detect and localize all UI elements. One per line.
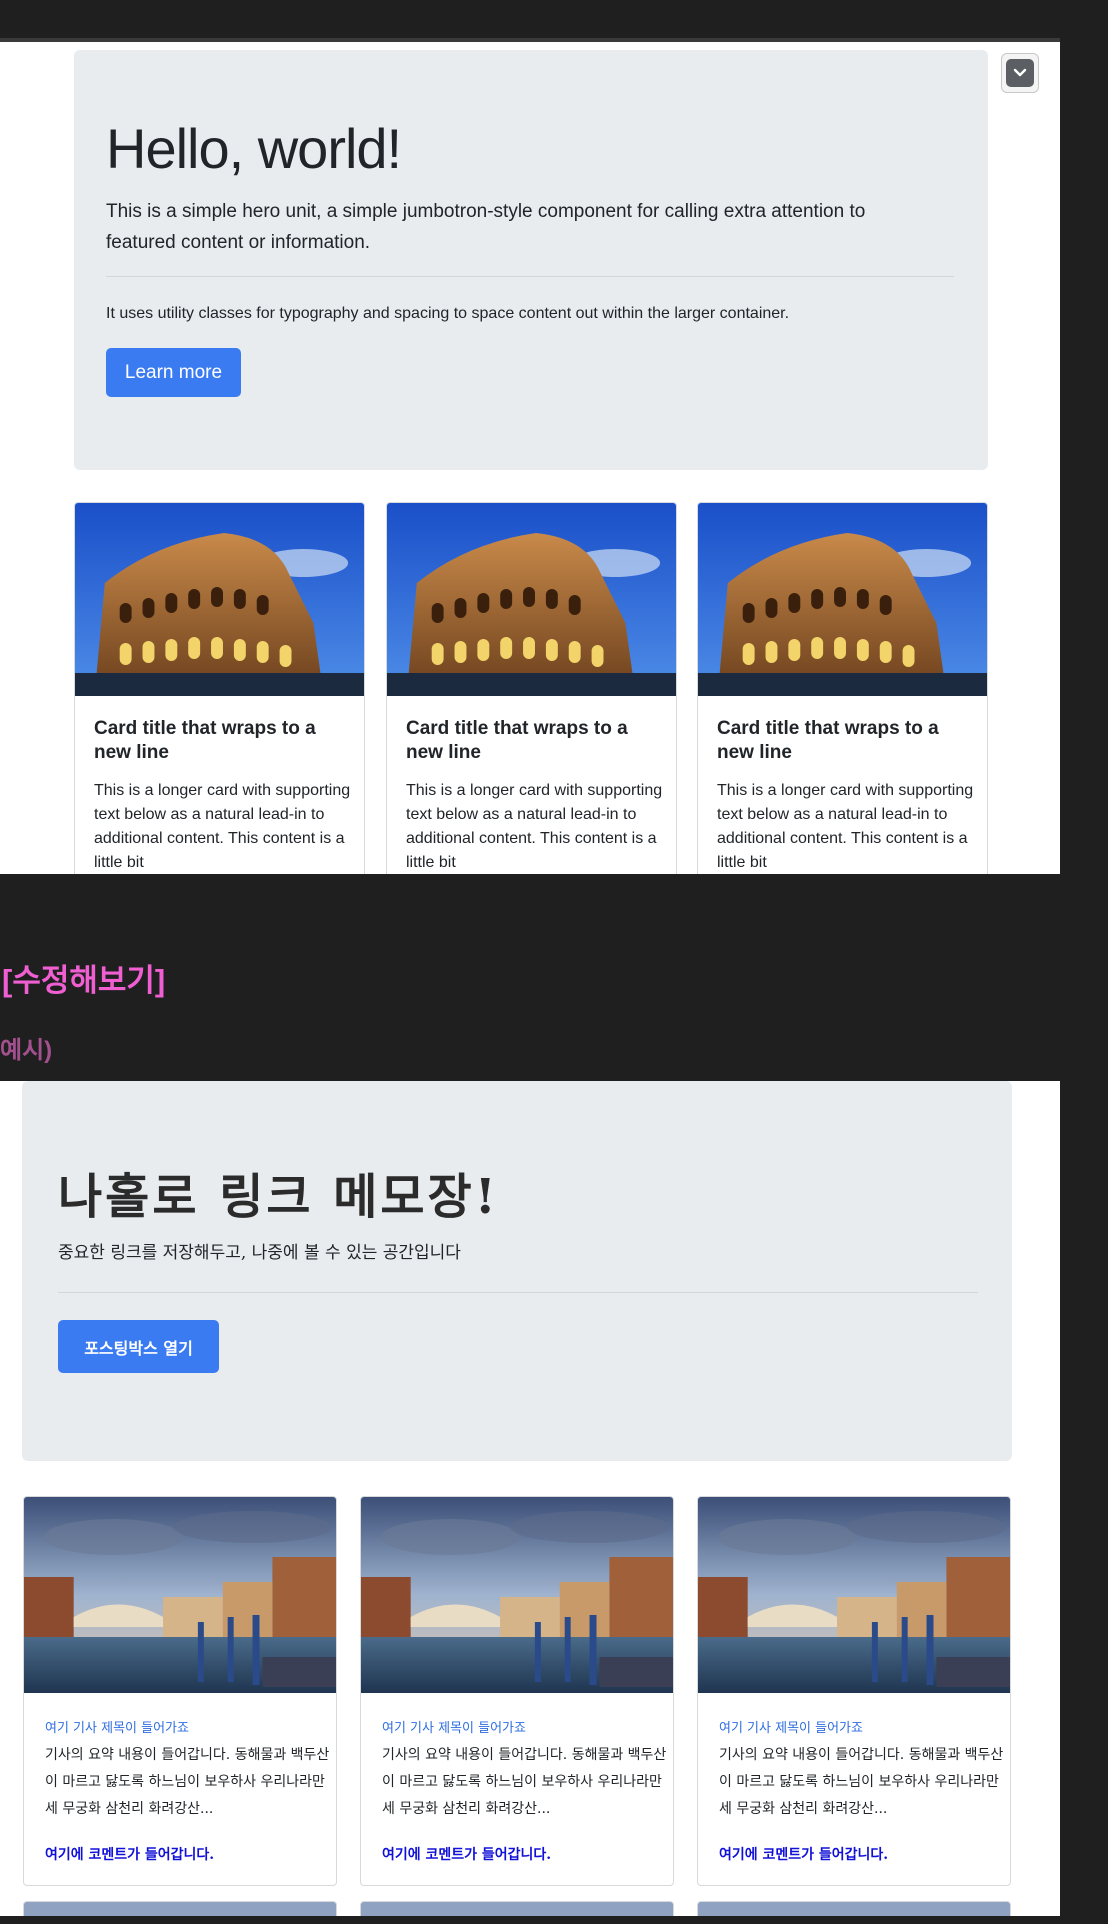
card: 여기 기사 제목이 들어가죠 기사의 요약 내용이 들어갑니다. 동해물과 백두… — [23, 1496, 337, 1886]
card: Card title that wraps to a new line This… — [697, 502, 988, 874]
preview-window-original: Hello, world! This is a simple hero unit… — [0, 38, 1060, 874]
example-heading: 예시) — [0, 1037, 53, 1064]
open-posting-box-button[interactable]: 포스팅박스 열기 — [58, 1320, 219, 1373]
card-title: Card title that wraps to a new line — [717, 718, 939, 763]
preview-window-modified: 나홀로 링크 메모장! 중요한 링크를 저장해두고, 나중에 볼 수 있는 공간… — [0, 1081, 1060, 1924]
chevron-down-icon — [1006, 59, 1034, 87]
card-title: 여기 기사 제목이 들어가죠 — [45, 1721, 189, 1736]
venice-image — [698, 1497, 1010, 1693]
jumbotron-title: 나홀로 링크 메모장! — [58, 1169, 499, 1225]
card-title: Card title that wraps to a new line — [94, 718, 316, 763]
card-text: 기사의 요약 내용이 들어갑니다. 동해물과 백두산이 마르고 닳도록 하느님이… — [382, 1747, 667, 1817]
jumbotron-lead: 중요한 링크를 저장해두고, 나중에 볼 수 있는 공간입니다 — [58, 1243, 461, 1263]
card-comment: 여기에 코멘트가 들어갑니다. — [719, 1847, 889, 1863]
venice-image — [24, 1497, 336, 1693]
learn-more-button[interactable]: Learn more — [106, 348, 241, 397]
venice-image — [361, 1497, 673, 1693]
card-title: 여기 기사 제목이 들어가죠 — [719, 1721, 863, 1736]
card-text: 기사의 요약 내용이 들어갑니다. 동해물과 백두산이 마르고 닳도록 하느님이… — [45, 1747, 330, 1817]
card-text: This is a longer card with supporting te… — [94, 782, 351, 871]
card-title: Card title that wraps to a new line — [406, 718, 628, 763]
window-bottom-edge — [0, 1916, 1108, 1924]
card-text: This is a longer card with supporting te… — [717, 782, 974, 871]
colosseum-image — [387, 503, 676, 696]
card-comment: 여기에 코멘트가 들어갑니다. — [45, 1847, 215, 1863]
card: Card title that wraps to a new line This… — [386, 502, 677, 874]
card: 여기 기사 제목이 들어가죠 기사의 요약 내용이 들어갑니다. 동해물과 백두… — [360, 1496, 674, 1886]
jumbotron-body: It uses utility classes for typography a… — [106, 305, 790, 322]
divider — [106, 276, 954, 277]
edit-heading: [수정해보기] — [2, 963, 166, 998]
card-text: This is a longer card with supporting te… — [406, 782, 663, 871]
collapse-button[interactable] — [1001, 53, 1039, 93]
colosseum-image — [75, 503, 364, 696]
jumbotron-lead: This is a simple hero unit, a simple jum… — [106, 201, 866, 253]
card-title: 여기 기사 제목이 들어가죠 — [382, 1721, 526, 1736]
divider — [58, 1292, 978, 1293]
jumbotron-title: Hello, world! — [106, 117, 402, 180]
card: Card title that wraps to a new line This… — [74, 502, 365, 874]
colosseum-image — [698, 503, 987, 696]
jumbotron: Hello, world! This is a simple hero unit… — [74, 50, 988, 470]
jumbotron: 나홀로 링크 메모장! 중요한 링크를 저장해두고, 나중에 볼 수 있는 공간… — [22, 1081, 1012, 1461]
card-text: 기사의 요약 내용이 들어갑니다. 동해물과 백두산이 마르고 닳도록 하느님이… — [719, 1747, 1004, 1817]
card: 여기 기사 제목이 들어가죠 기사의 요약 내용이 들어갑니다. 동해물과 백두… — [697, 1496, 1011, 1886]
card-comment: 여기에 코멘트가 들어갑니다. — [382, 1847, 552, 1863]
